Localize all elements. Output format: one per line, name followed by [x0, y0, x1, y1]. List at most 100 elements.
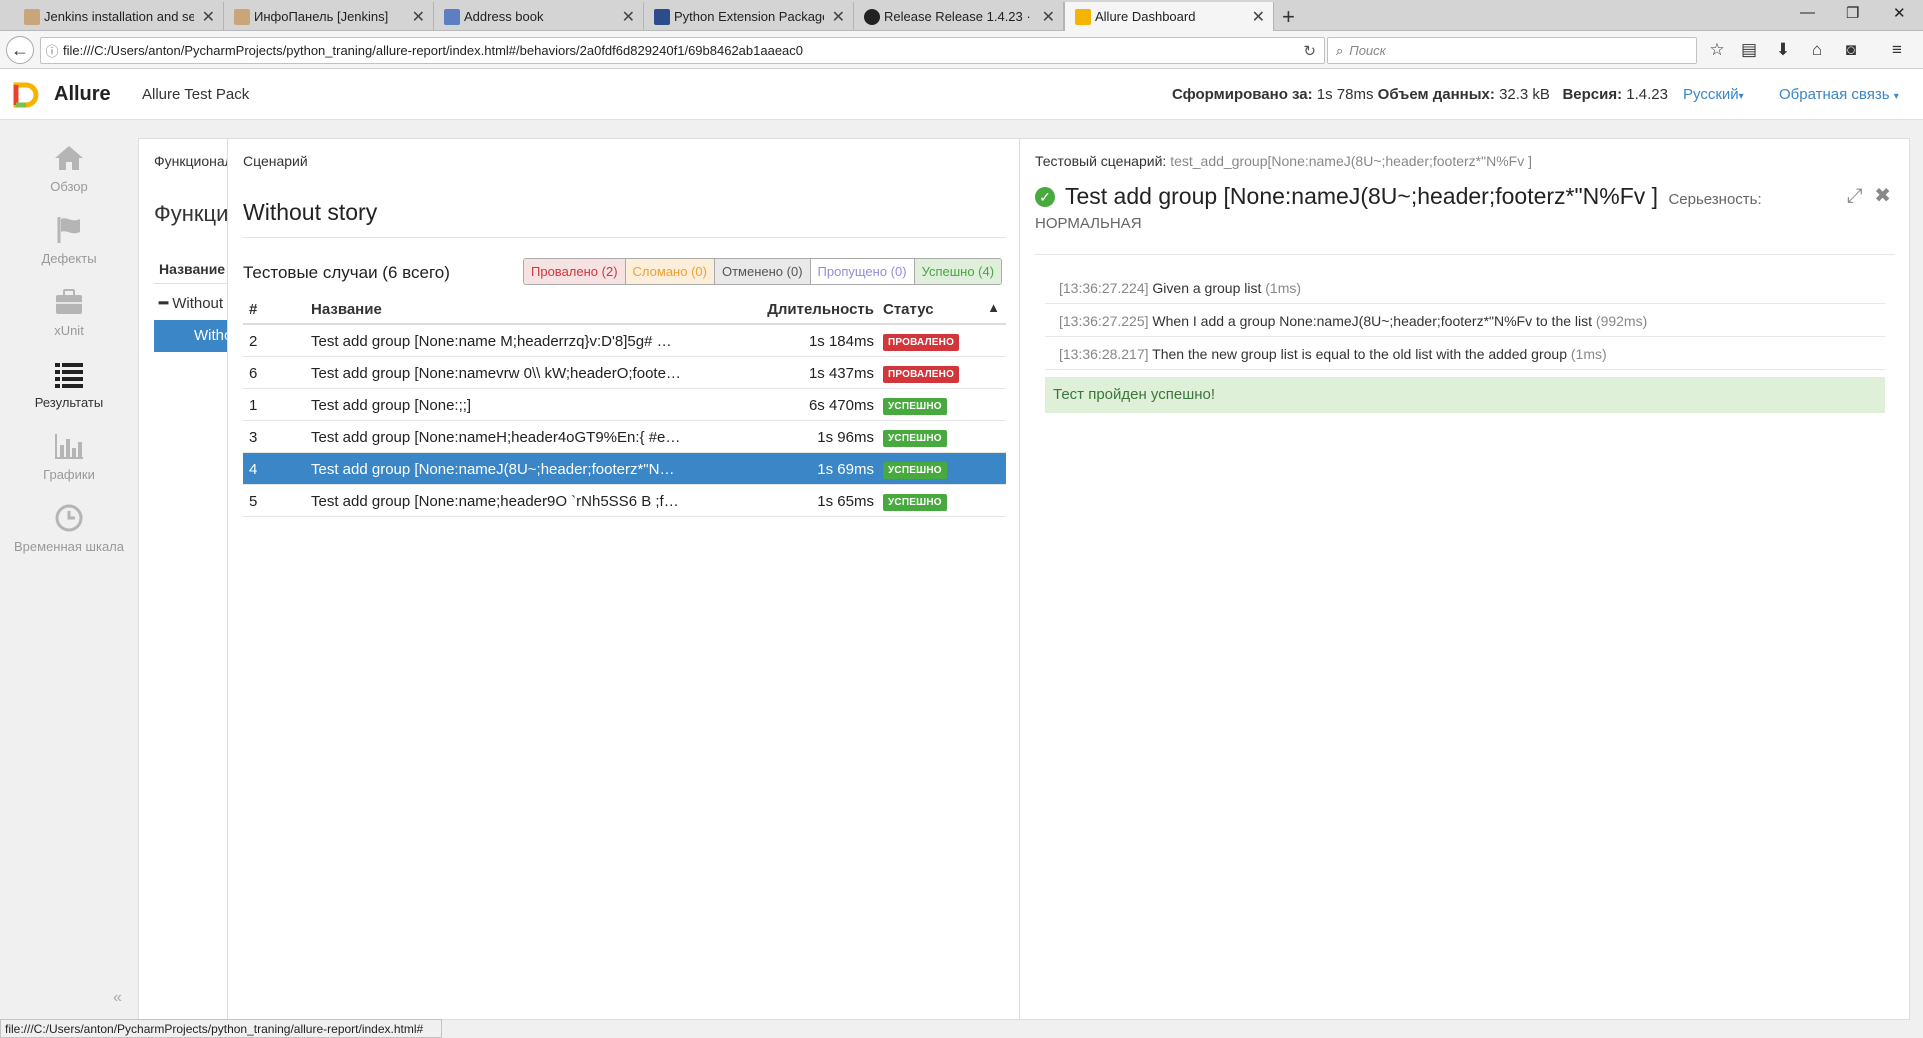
reading-list-icon[interactable]: ▤: [1738, 40, 1760, 60]
close-icon[interactable]: ✕: [412, 7, 425, 27]
new-tab-icon[interactable]: +: [1282, 4, 1295, 30]
url-text: file:///C:/Users/anton/PycharmProjects/p…: [63, 43, 804, 58]
bar-chart-icon: [55, 434, 83, 459]
bookmark-star-icon[interactable]: ☆: [1706, 40, 1728, 60]
breadcrumb[interactable]: Функциональность: [154, 153, 227, 169]
table-row[interactable]: 6 Test add group [None:namevrw 0\\ kW;he…: [243, 357, 1006, 389]
briefcase-icon: [56, 289, 82, 314]
nav-timeline[interactable]: Временная шкала: [0, 503, 138, 554]
features-heading: Функциональность: [154, 201, 228, 226]
side-navigation: Обзор Дефекты xUnit Результаты Графики В…: [0, 121, 138, 1017]
home-icon[interactable]: ⌂: [1806, 40, 1828, 60]
table-row[interactable]: 3 Test add group [None:nameH;header4oGT9…: [243, 421, 1006, 453]
close-icon[interactable]: ✖: [1874, 185, 1891, 207]
status-badge: УСПЕШНО: [883, 462, 947, 479]
allure-favicon-icon: [1075, 9, 1091, 25]
result-message: Тест пройден успешно!: [1045, 377, 1885, 413]
table-row[interactable]: 5 Test add group [None:name;header9O `rN…: [243, 485, 1006, 517]
close-icon[interactable]: ✕: [622, 7, 635, 27]
status-badge: УСПЕШНО: [883, 430, 947, 447]
url-bar[interactable]: ⓘ file:///C:/Users/anton/PycharmProjects…: [40, 37, 1325, 64]
search-input[interactable]: ⌕ Поиск: [1327, 37, 1697, 64]
brand-name: Allure: [54, 83, 111, 105]
collapse-sidebar-icon[interactable]: «: [113, 989, 122, 1007]
search-icon: ⌕: [1336, 42, 1344, 58]
severity-label: Серьезность:: [1668, 191, 1762, 208]
status-badge: ПРОВАЛЕНО: [883, 366, 960, 383]
column-header-name[interactable]: Название: [311, 301, 681, 318]
browser-tab-jenkins-panel[interactable]: ИнфоПанель [Jenkins] ✕: [224, 2, 434, 31]
sort-asc-icon[interactable]: ▲: [987, 300, 1000, 315]
testcase-panel: Тестовый сценарий: test_add_group[None:n…: [1019, 138, 1910, 1020]
back-button[interactable]: ←: [6, 36, 34, 64]
minimize-icon[interactable]: —: [1800, 4, 1815, 21]
person-favicon-icon: [24, 9, 40, 25]
nav-overview[interactable]: Обзор: [0, 143, 138, 194]
clock-icon: [55, 504, 83, 532]
nav-xunit[interactable]: xUnit: [0, 287, 138, 338]
pocket-icon[interactable]: ◙: [1840, 40, 1862, 60]
caret-down-icon: ▾: [1893, 91, 1899, 102]
expand-icon[interactable]: ⤢: [1847, 185, 1863, 207]
window-close-icon[interactable]: ✕: [1893, 4, 1906, 22]
breadcrumb[interactable]: Сценарий: [243, 153, 308, 169]
nav-results[interactable]: Результаты: [0, 359, 138, 410]
status-badge: УСПЕШНО: [883, 398, 947, 415]
step-item[interactable]: [13:36:28.217] Then the new group list i…: [1045, 337, 1885, 370]
close-icon[interactable]: ✕: [1252, 7, 1265, 27]
home-icon: [55, 146, 83, 170]
step-item[interactable]: [13:36:27.224] Given a group list (1ms): [1045, 271, 1885, 304]
browser-tab-jenkins-install[interactable]: Jenkins installation and se... ✕: [14, 2, 224, 31]
table-row-selected[interactable]: 4 Test add group [None:nameJ(8U~;header;…: [243, 453, 1006, 485]
person-favicon-icon: [234, 9, 250, 25]
close-icon[interactable]: ✕: [832, 7, 845, 27]
scenario-reference: Тестовый сценарий: test_add_group[None:n…: [1035, 153, 1532, 169]
browser-tab-strip: Jenkins installation and se... ✕ ИнфоПан…: [0, 0, 1923, 31]
column-header-name[interactable]: Название: [159, 261, 225, 277]
testcase-title: ✓ Test add group [None:nameJ(8U~;header;…: [1035, 181, 1815, 215]
reload-icon[interactable]: ↻: [1303, 42, 1316, 60]
browser-toolbar: ← ⓘ file:///C:/Users/anton/PycharmProjec…: [0, 31, 1923, 69]
column-header-num[interactable]: #: [249, 301, 257, 318]
table-row[interactable]: 2 Test add group [None:name M;headerrzq}…: [243, 325, 1006, 357]
severity-value: НОРМАЛЬНАЯ: [1035, 215, 1142, 232]
caret-down-icon: ▾: [1738, 91, 1744, 102]
flag-icon: [57, 217, 80, 243]
nav-defects[interactable]: Дефекты: [0, 215, 138, 266]
story-item-selected[interactable]: Without story: [154, 320, 227, 352]
browser-tab-release[interactable]: Release Release 1.4.23 · all... ✕: [854, 2, 1064, 31]
info-icon[interactable]: ⓘ: [41, 41, 63, 60]
table-row[interactable]: 1 Test add group [None:;;] 6s 470ms УСПЕ…: [243, 389, 1006, 421]
feedback-dropdown[interactable]: Обратная связь ▾: [1779, 86, 1899, 103]
report-stats: Сформировано за: 1s 78ms Объем данных: 3…: [1171, 86, 1668, 103]
nav-graphs[interactable]: Графики: [0, 431, 138, 482]
menu-icon[interactable]: ≡: [1886, 40, 1908, 60]
download-icon[interactable]: ⬇: [1772, 40, 1794, 60]
filter-broken-button[interactable]: Сломано (0): [625, 259, 715, 284]
scenario-title: Without story: [243, 199, 378, 225]
column-header-status[interactable]: Статус: [883, 301, 934, 318]
test-pack-name: Allure Test Pack: [142, 86, 250, 103]
filter-passed-button[interactable]: Успешно (4): [914, 259, 1002, 284]
filter-canceled-button[interactable]: Отменено (0): [714, 259, 811, 284]
status-filter-group: Провалено (2) Сломано (0) Отменено (0) П…: [523, 258, 1003, 285]
close-icon[interactable]: ✕: [1042, 7, 1055, 27]
test-cases-heading: Тестовые случаи (6 всего): [243, 263, 450, 282]
column-header-duration[interactable]: Длительность: [767, 301, 874, 318]
filter-failed-button[interactable]: Провалено (2): [524, 259, 626, 284]
divider: [154, 283, 227, 284]
list-icon: [55, 363, 83, 388]
page-scrollbar[interactable]: [1910, 121, 1923, 1019]
language-dropdown[interactable]: Русский▾: [1683, 86, 1744, 103]
close-icon[interactable]: ✕: [202, 7, 215, 27]
browser-tab-address-book[interactable]: Address book ✕: [434, 2, 644, 31]
features-panel: Функциональность Функциональность Назван…: [138, 138, 228, 1020]
browser-tab-python-packages[interactable]: Python Extension Package... ✕: [644, 2, 854, 31]
uci-favicon-icon: [654, 9, 670, 25]
browser-tab-allure-dashboard[interactable]: Allure Dashboard ✕: [1064, 2, 1274, 31]
restore-icon[interactable]: ❐: [1846, 4, 1859, 22]
step-item[interactable]: [13:36:27.225] When I add a group None:n…: [1045, 304, 1885, 337]
filter-pending-button[interactable]: Пропущено (0): [810, 259, 915, 284]
steps-list: [13:36:27.224] Given a group list (1ms) …: [1045, 271, 1885, 370]
feature-group[interactable]: ━ Without feature: [159, 294, 227, 312]
